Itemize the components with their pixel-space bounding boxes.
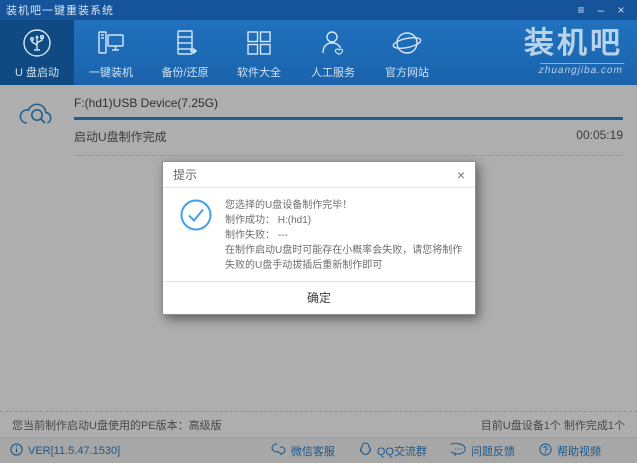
dialog-message: 您选择的U盘设备制作完毕！ 制作成功： H:(hd1) 制作失败： --- 在制… [225, 198, 463, 273]
main-nav: U 盘启动 一键装机 备份/还原 软件大全 人工服务 官方网站 装机吧 zhua… [0, 20, 637, 85]
brand-logo-domain: zhuangjiba.com [537, 63, 625, 76]
dialog-message-line: 制作成功： H:(hd1) [225, 215, 312, 226]
success-check-icon [179, 198, 213, 273]
nav-item-support[interactable]: 人工服务 [296, 20, 370, 85]
dialog-titlebar: 提示 × [163, 162, 475, 188]
nav-item-website[interactable]: 官方网站 [370, 20, 444, 85]
close-icon[interactable]: × [611, 0, 631, 20]
ok-button[interactable]: 确定 [163, 281, 475, 314]
website-globe-icon [389, 25, 425, 61]
nav-item-backup-restore[interactable]: 备份/还原 [148, 20, 222, 85]
nav-item-label: 官方网站 [385, 67, 429, 79]
dialog-message-line: 制作失败： --- [225, 230, 288, 241]
brand-logo: 装机吧 zhuangjiba.com [524, 20, 637, 85]
app-window: 装机吧一键重装系统 ≡ – × U 盘启动 一键装机 备份/还原 软件大全 人工… [0, 0, 637, 463]
nav-item-label: 软件大全 [237, 67, 281, 79]
window-controls: ≡ – × [571, 0, 631, 20]
brand-logo-text: 装机吧 [524, 27, 623, 60]
backup-restore-icon [167, 25, 203, 61]
computer-icon [93, 25, 129, 61]
dialog-close-icon[interactable]: × [457, 168, 465, 182]
titlebar: 装机吧一键重装系统 ≡ – × [0, 0, 637, 20]
usb-icon [19, 25, 55, 61]
dialog-message-line: 在制作启动U盘时可能存在小概率会失败，请您将制作失败的U盘手动拔插后重新制作即可 [225, 245, 463, 271]
dialog-title: 提示 [173, 168, 198, 182]
support-person-icon [315, 25, 351, 61]
nav-item-one-key-install[interactable]: 一键装机 [74, 20, 148, 85]
nav-item-label: 人工服务 [311, 67, 355, 79]
nav-item-label: 备份/还原 [161, 67, 209, 79]
nav-item-label: 一键装机 [89, 67, 133, 79]
nav-item-software[interactable]: 软件大全 [222, 20, 296, 85]
dialog-body: 您选择的U盘设备制作完毕！ 制作成功： H:(hd1) 制作失败： --- 在制… [163, 188, 475, 281]
dialog-message-line: 您选择的U盘设备制作完毕！ [225, 200, 353, 211]
minimize-icon[interactable]: – [591, 0, 611, 20]
window-title: 装机吧一键重装系统 [6, 5, 114, 17]
nav-item-label: U 盘启动 [15, 67, 59, 79]
prompt-dialog: 提示 × 您选择的U盘设备制作完毕！ 制作成功： H:(hd1) 制作失败： -… [162, 161, 476, 315]
software-grid-icon [241, 25, 277, 61]
nav-item-usb-boot[interactable]: U 盘启动 [0, 20, 74, 85]
menu-icon[interactable]: ≡ [571, 0, 591, 20]
